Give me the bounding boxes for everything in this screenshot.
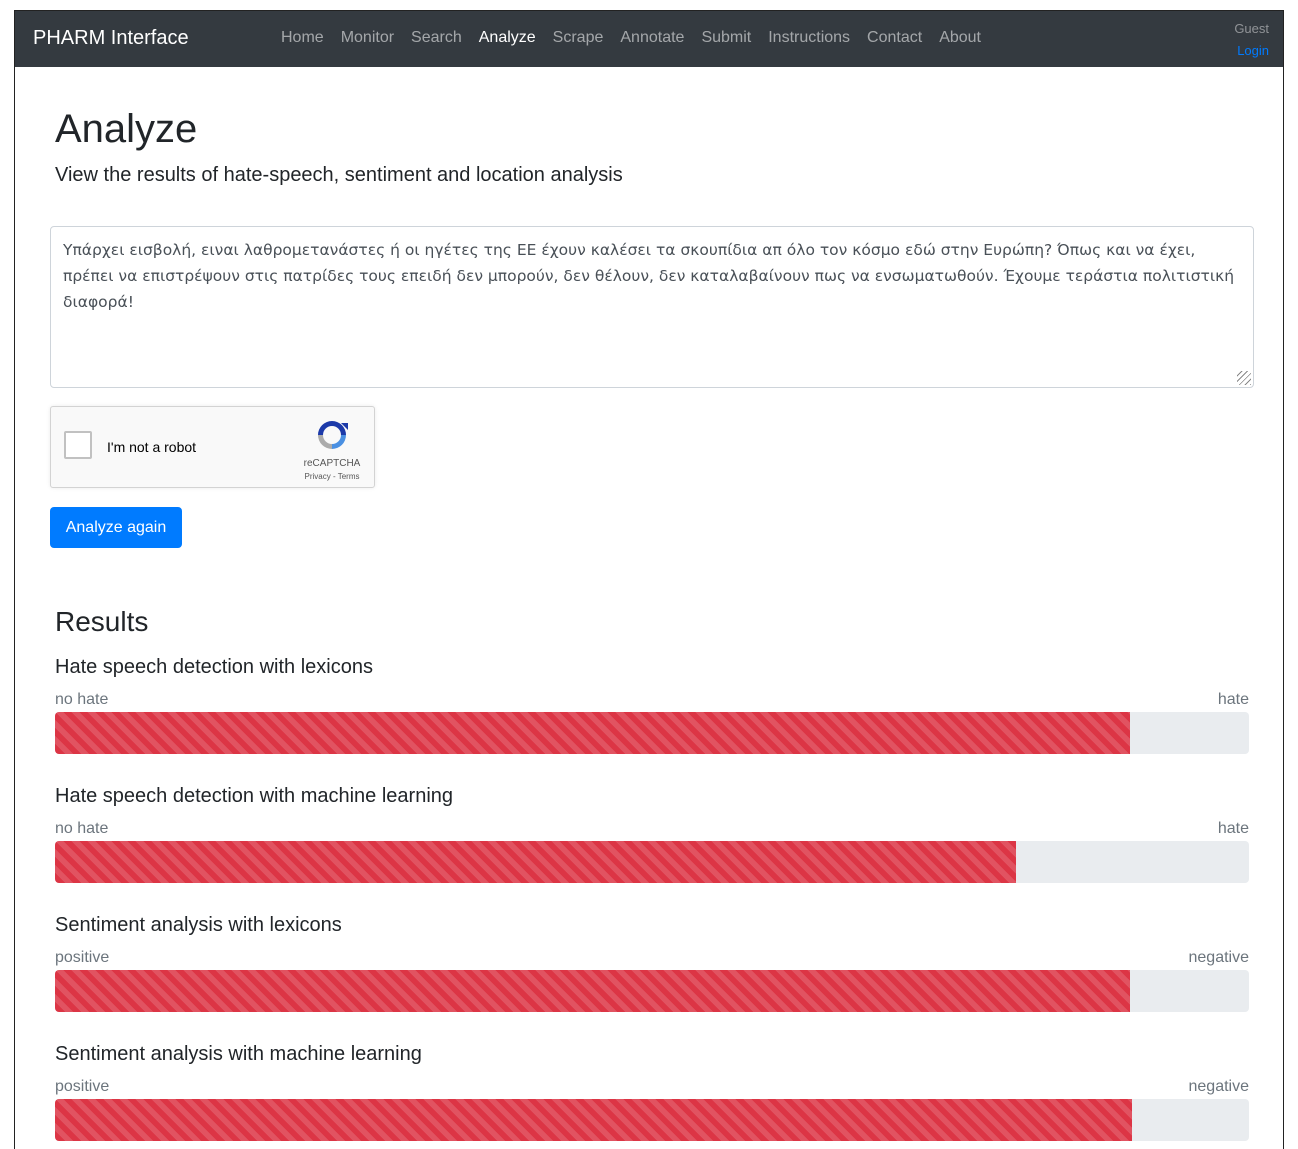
progress-track	[55, 841, 1249, 883]
progress-fill	[55, 841, 1017, 883]
metric-low-label: positive	[55, 1078, 110, 1095]
metric-title: Sentiment analysis with lexicons	[55, 914, 342, 936]
metric-title: Hate speech detection with machine learn…	[55, 785, 454, 807]
recaptcha-widget: I'm not a robot reCAPTCHA Privacy - Term…	[50, 406, 375, 488]
browser-viewport: PHARM Interface Home Monitor Search Anal…	[14, 10, 1284, 1149]
progress-track	[55, 712, 1249, 754]
metric-high-label: negative	[1188, 1078, 1250, 1095]
progress-fill	[55, 970, 1130, 1012]
recaptcha-label: I'm not a robot	[107, 439, 197, 455]
results-heading: Results	[55, 606, 149, 637]
login-link[interactable]: Login	[1234, 43, 1269, 58]
page-title: Analyze	[55, 107, 198, 151]
nav-item-analyze[interactable]: Analyze	[479, 29, 536, 47]
metric-title: Hate speech detection with lexicons	[55, 656, 373, 678]
nav-item-annotate[interactable]: Annotate	[620, 29, 684, 47]
metric-high-label: hate	[1217, 820, 1249, 837]
nav-item-submit[interactable]: Submit	[701, 29, 751, 47]
metric-title: Sentiment analysis with machine learning	[55, 1043, 422, 1065]
navbar-brand[interactable]: PHARM Interface	[33, 27, 189, 50]
metric-low-label: no hate	[55, 820, 109, 837]
nav-item-monitor[interactable]: Monitor	[341, 29, 394, 47]
nav-item-home[interactable]: Home	[281, 29, 324, 47]
progress-track	[55, 970, 1249, 1012]
metric-high-label: negative	[1188, 949, 1250, 966]
progress-fill	[55, 712, 1130, 754]
nav-menu: Home Monitor Search Analyze Scrape Annot…	[281, 29, 998, 47]
recaptcha-icon	[318, 421, 348, 449]
analyze-again-button[interactable]: Analyze again	[50, 507, 182, 548]
nav-item-contact[interactable]: Contact	[867, 29, 922, 47]
recaptcha-terms[interactable]: Privacy - Terms	[297, 472, 367, 481]
recaptcha-brand: reCAPTCHA	[303, 458, 361, 469]
nav-item-search[interactable]: Search	[411, 29, 462, 47]
recaptcha-checkbox[interactable]	[64, 431, 92, 459]
page-subtitle: View the results of hate-speech, sentime…	[55, 164, 623, 186]
nav-item-instructions[interactable]: Instructions	[768, 29, 850, 47]
progress-track	[55, 1099, 1249, 1141]
user-name: Guest	[1234, 21, 1269, 36]
resize-handle-icon[interactable]	[1237, 371, 1251, 385]
text-input[interactable]: Υπάρχει εισβολή, ειναι λαθρομετανάστες ή…	[50, 226, 1254, 388]
metric-low-label: positive	[55, 949, 110, 966]
metric-high-label: hate	[1217, 691, 1249, 708]
progress-fill	[55, 1099, 1132, 1141]
user-box: Guest Login	[1234, 20, 1269, 58]
metric-low-label: no hate	[55, 691, 109, 708]
nav-item-about[interactable]: About	[939, 29, 981, 47]
navbar: PHARM Interface Home Monitor Search Anal…	[15, 11, 1283, 67]
nav-item-scrape[interactable]: Scrape	[553, 29, 604, 47]
